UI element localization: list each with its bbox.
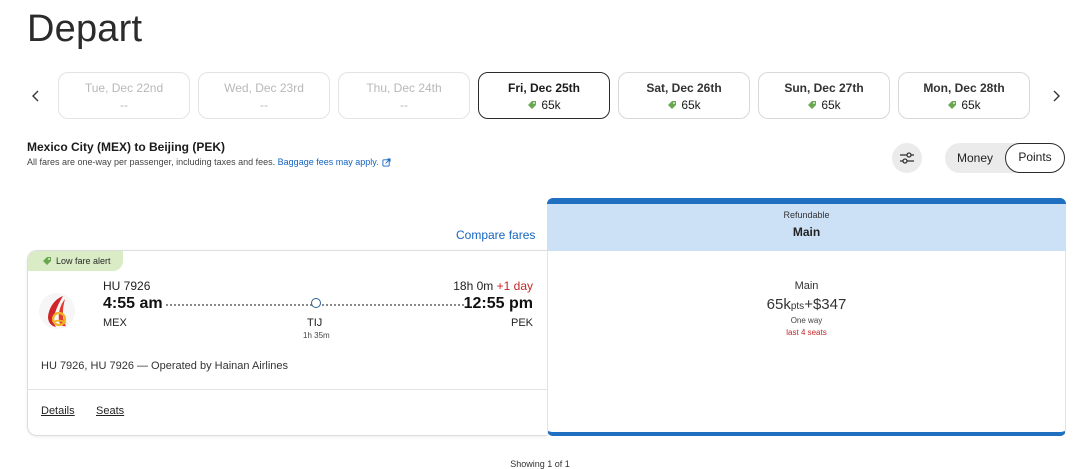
low-fare-label: Low fare alert [56, 256, 111, 266]
airline-logo [39, 293, 75, 329]
sliders-icon [900, 152, 914, 164]
tag-icon [528, 101, 537, 109]
date-price: 65k [541, 98, 561, 112]
fare-note-text: All fares are one-way per passenger, inc… [27, 157, 276, 167]
chevron-left-icon [32, 90, 39, 102]
low-fare-badge: Low fare alert [28, 251, 123, 271]
date-tab-dec-28[interactable]: Mon, Dec 28th 65k [898, 72, 1030, 119]
filter-button[interactable] [892, 143, 922, 173]
date-tab-dec-22[interactable]: Tue, Dec 22nd -- [58, 72, 190, 119]
compare-fares-link[interactable]: Compare fares [456, 228, 535, 242]
route-title: Mexico City (MEX) to Beijing (PEK) [27, 140, 226, 154]
date-price: -- [400, 98, 408, 112]
card-divider [28, 389, 548, 390]
fare-price: 65kpts+$347 [548, 296, 1065, 313]
chevron-right-icon [1053, 90, 1060, 102]
page-title: Depart [27, 8, 143, 50]
stop-marker [311, 298, 321, 308]
date-tab-dec-26[interactable]: Sat, Dec 26th 65k [618, 72, 750, 119]
fare-money: $347 [812, 296, 847, 313]
layover-duration: 1h 35m [303, 331, 330, 340]
date-label: Thu, Dec 24th [366, 81, 442, 95]
details-link[interactable]: Details [41, 405, 75, 417]
date-tab-dec-27[interactable]: Sun, Dec 27th 65k [758, 72, 890, 119]
plus-sign: + [804, 296, 813, 313]
operated-by: HU 7926, HU 7926 — Operated by Hainan Ai… [41, 360, 289, 372]
flight-card: Low fare alert HU 7926 18h 0m +1 day 4:5… [27, 250, 548, 436]
date-price: 65k [681, 98, 701, 112]
seats-link[interactable]: Seats [96, 405, 124, 417]
departure-time: 4:55 am [103, 295, 163, 312]
date-label: Wed, Dec 23rd [224, 81, 304, 95]
fare-refundable-label: Refundable [783, 210, 830, 220]
stop-airport: TIJ [307, 317, 323, 329]
fare-way: One way [790, 316, 823, 325]
departure-airport: MEX [103, 317, 127, 329]
date-tab-dec-23[interactable]: Wed, Dec 23rd -- [198, 72, 330, 119]
date-price: -- [260, 98, 268, 112]
next-dates-button[interactable] [1044, 84, 1068, 108]
day-offset: +1 day [496, 279, 533, 293]
arrival-airport: PEK [510, 317, 533, 329]
date-price: -- [120, 98, 128, 112]
hainan-airlines-logo-icon [48, 296, 67, 327]
baggage-fees-link[interactable]: Baggage fees may apply. [278, 157, 391, 167]
tag-icon [668, 101, 677, 109]
results-count: Showing 1 of 1 [510, 459, 570, 469]
points-option[interactable]: Points [1005, 143, 1065, 173]
duration-value: 18h 0m [453, 279, 494, 293]
fare-column-header: Refundable Main [547, 198, 1066, 251]
date-tab-dec-25[interactable]: Fri, Dec 25th 65k [478, 72, 610, 119]
date-strip: Tue, Dec 22nd -- Wed, Dec 23rd -- Thu, D… [20, 72, 1070, 120]
currency-toggle: Money Points [945, 143, 1065, 173]
date-label: Sun, Dec 27th [784, 81, 864, 95]
external-link-icon [382, 158, 391, 167]
date-label: Tue, Dec 22nd [84, 81, 164, 95]
tag-icon [808, 101, 817, 109]
fare-class-label: Main [792, 225, 821, 239]
tag-icon [43, 257, 51, 265]
date-price: 65k [961, 98, 981, 112]
baggage-fees-label: Baggage fees may apply. [277, 157, 379, 167]
flight-number: HU 7926 [103, 279, 151, 293]
date-label: Fri, Dec 25th [507, 81, 581, 95]
fare-name: Main [794, 280, 819, 292]
fare-points: 65k [766, 296, 791, 313]
points-unit: pts [790, 301, 805, 312]
fare-option-main[interactable]: Main 65kpts+$347 One way last 4 seats [547, 251, 1066, 436]
flight-duration: 18h 0m +1 day [453, 279, 533, 293]
arrival-time: 12:55 pm [463, 295, 533, 312]
route-note: All fares are one-way per passenger, inc… [27, 157, 391, 167]
date-label: Mon, Dec 28th [923, 81, 1005, 95]
seats-left: last 4 seats [786, 328, 827, 337]
prev-dates-button[interactable] [24, 84, 48, 108]
date-label: Sat, Dec 26th [646, 81, 722, 95]
date-tab-dec-24[interactable]: Thu, Dec 24th -- [338, 72, 470, 119]
date-price: 65k [821, 98, 841, 112]
money-option[interactable]: Money [945, 143, 1005, 173]
tag-icon [948, 101, 957, 109]
